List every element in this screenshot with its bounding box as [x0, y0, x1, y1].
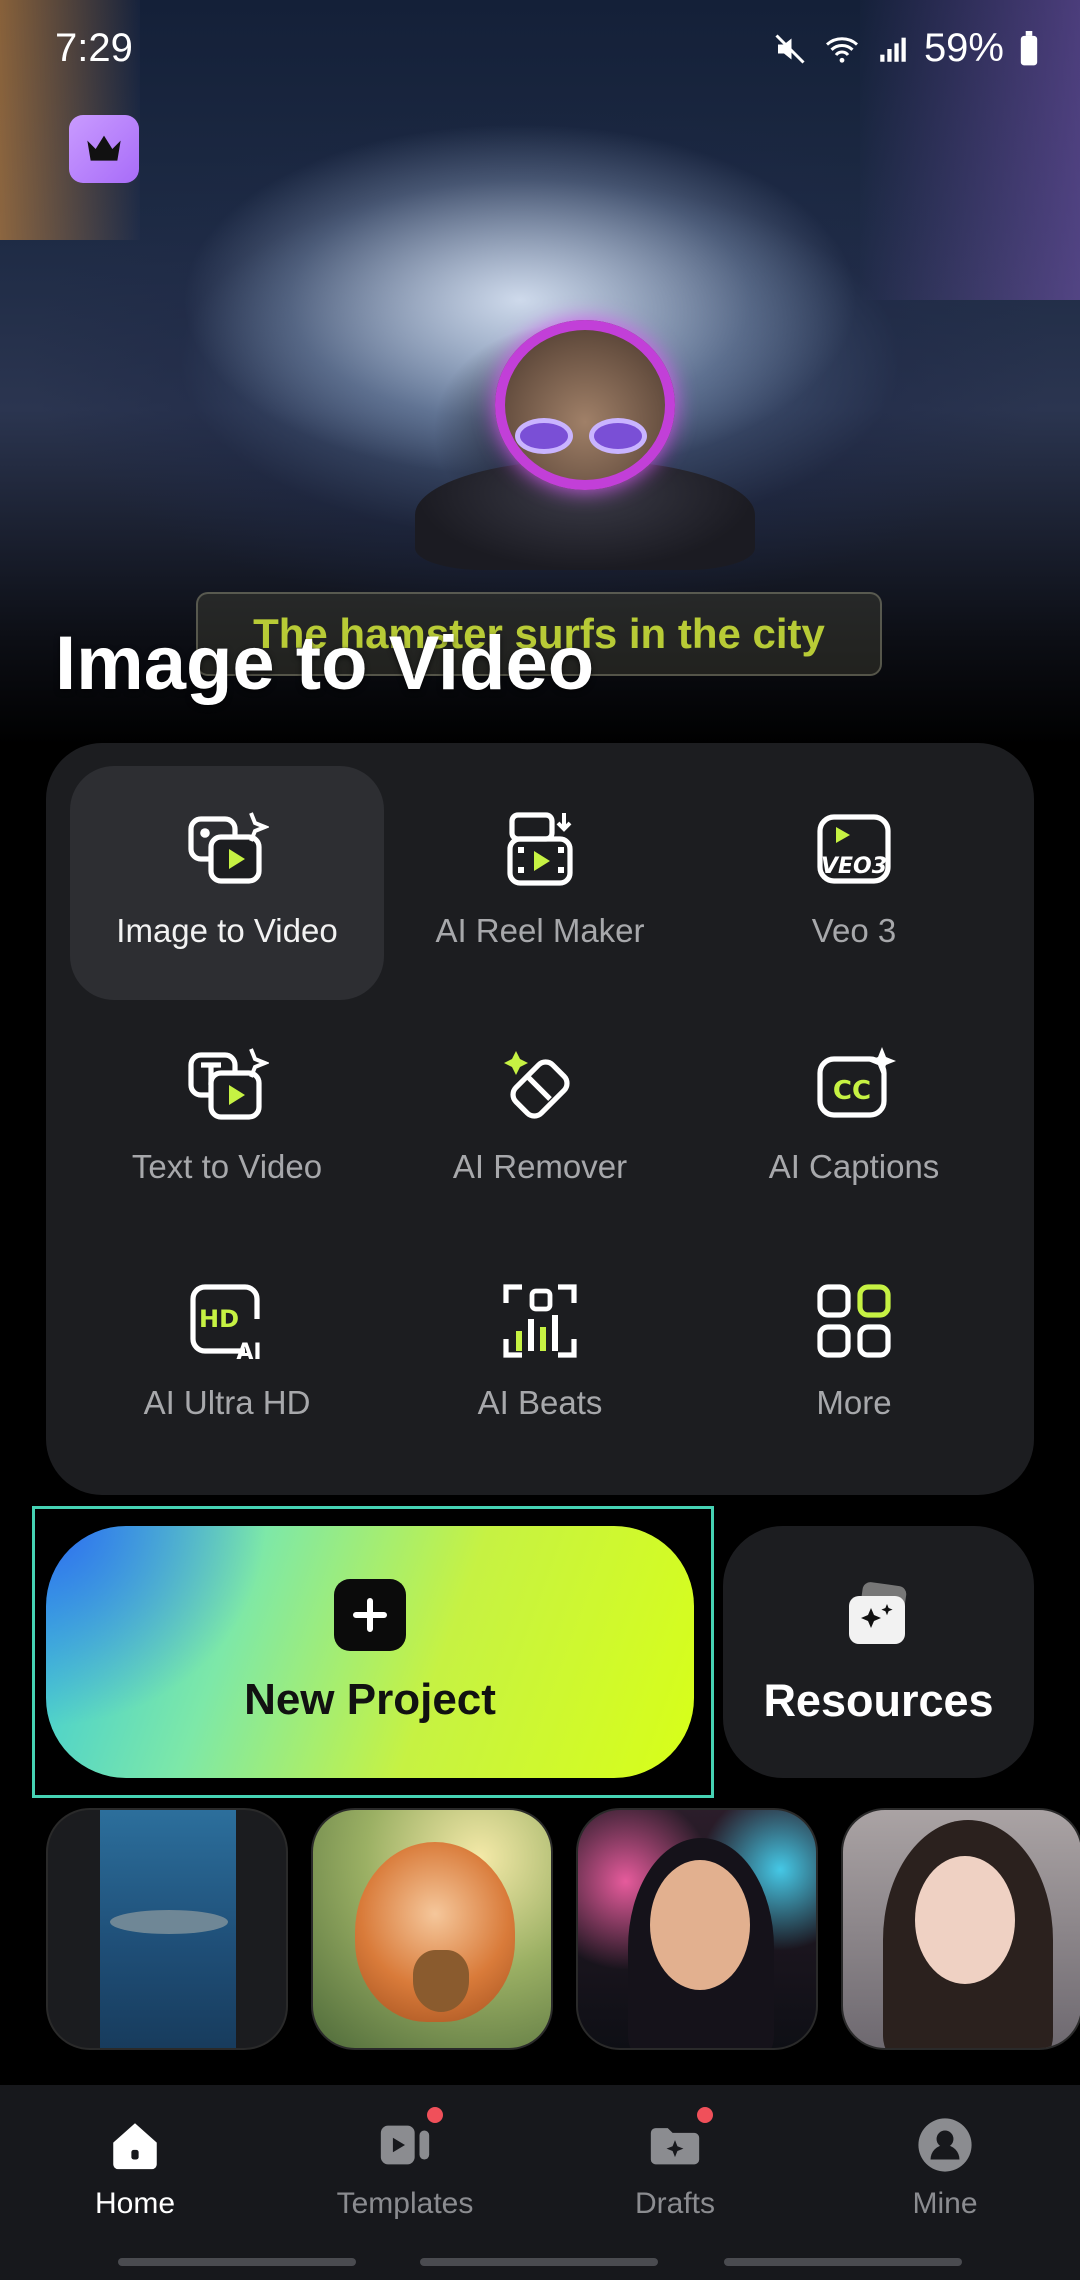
tool-label: AI Beats [477, 1384, 603, 1421]
nav-drafts[interactable]: Drafts [575, 2107, 775, 2221]
tool-ai-beats[interactable]: AI Beats [383, 1238, 697, 1472]
tool-ai-ultra-hd[interactable]: HD AI AI Ultra HD [70, 1238, 384, 1472]
thumbnail-cartoon-squirrel[interactable] [311, 1808, 553, 2050]
status-bar: 7:29 59% [0, 0, 1080, 100]
tool-label: Veo 3 [811, 912, 897, 949]
veo3-icon: VEO3 [809, 804, 899, 894]
tool-label: More [816, 1384, 892, 1421]
tool-label: AI Reel Maker [435, 912, 645, 949]
plus-icon [334, 1579, 406, 1651]
svg-text:CC: CC [833, 1076, 871, 1106]
hd-ai-icon: HD AI [182, 1276, 272, 1366]
signal-icon [880, 37, 906, 62]
tool-image-to-video[interactable]: Image to Video [70, 766, 384, 1000]
hero-hamster-illustration [415, 320, 755, 570]
nav-home[interactable]: Home [35, 2115, 235, 2221]
tool-more[interactable]: More [697, 1238, 1011, 1472]
new-project-label: New Project [244, 1675, 496, 1724]
hero-title: Image to Video [55, 621, 595, 706]
tool-ai-remover[interactable]: AI Remover [383, 1002, 697, 1236]
template-thumbnails-row [46, 1808, 1080, 2050]
new-project-button[interactable]: New Project [46, 1526, 694, 1778]
battery-icon [1020, 30, 1038, 65]
tools-card: Image to Video AI Reel Maker VEO3 Veo 3 … [46, 743, 1034, 1495]
wifi-icon [825, 36, 858, 63]
premium-crown-button[interactable] [69, 115, 139, 183]
templates-badge [427, 2107, 443, 2123]
home-icon [105, 2115, 165, 2175]
resources-label: Resources [763, 1674, 994, 1726]
nav-label: Home [94, 2187, 176, 2220]
templates-icon [375, 2107, 443, 2175]
svg-text:HD: HD [199, 1305, 239, 1333]
gesture-bar-left [118, 2258, 356, 2266]
tool-label: AI Ultra HD [143, 1384, 311, 1421]
gesture-bar-right [724, 2258, 962, 2266]
grid-icon [809, 1276, 899, 1366]
tool-text-to-video[interactable]: Text to Video [70, 1002, 384, 1236]
gesture-bar-center [420, 2258, 658, 2266]
tool-ai-captions[interactable]: CC AI Captions [697, 1002, 1011, 1236]
svg-text:VEO3: VEO3 [821, 854, 887, 879]
nav-templates[interactable]: Templates [305, 2107, 505, 2221]
resources-icon [843, 1578, 915, 1655]
tool-ai-reel-maker[interactable]: AI Reel Maker [383, 766, 697, 1000]
text-to-video-icon [182, 1040, 272, 1130]
eraser-icon [495, 1040, 585, 1130]
nav-label: Drafts [634, 2187, 715, 2220]
nav-mine[interactable]: Mine [845, 2115, 1045, 2221]
crown-icon [87, 135, 121, 161]
resources-button[interactable]: Resources [723, 1526, 1034, 1778]
drafts-badge [697, 2107, 713, 2123]
beats-icon [495, 1276, 585, 1366]
battery-percent: 59% [923, 26, 1004, 70]
tool-veo-3[interactable]: VEO3 Veo 3 [697, 766, 1011, 1000]
tool-label: AI Captions [768, 1148, 940, 1185]
mute-icon [775, 33, 805, 64]
nav-label: Templates [336, 2187, 474, 2220]
tool-label: AI Remover [452, 1148, 628, 1185]
status-icons: 59% [772, 26, 1040, 71]
thumbnail-singer[interactable] [576, 1808, 818, 2050]
thumbnail-ocean-shark[interactable] [46, 1808, 288, 2050]
nav-label: Mine [912, 2187, 978, 2220]
thumbnail-portrait[interactable] [841, 1808, 1080, 2050]
bottom-navigation: Home Templates Drafts Mine [0, 2085, 1080, 2280]
status-time: 7:29 [55, 26, 133, 70]
svg-text:AI: AI [236, 1340, 261, 1363]
profile-icon [915, 2115, 975, 2175]
tool-label: Text to Video [131, 1148, 323, 1185]
reel-maker-icon [495, 804, 585, 894]
image-to-video-icon [182, 804, 272, 894]
drafts-icon [645, 2107, 713, 2175]
captions-icon: CC [809, 1040, 899, 1130]
tool-label: Image to Video [116, 912, 338, 949]
